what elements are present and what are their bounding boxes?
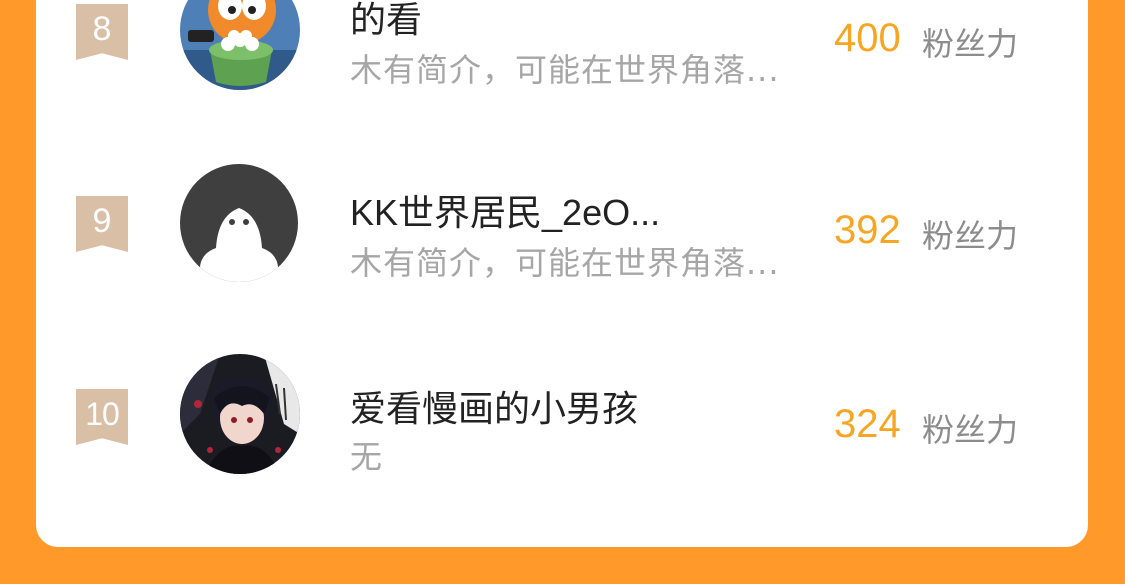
avatar[interactable] — [180, 354, 300, 474]
anime-boy-avatar-icon — [180, 354, 300, 474]
user-name[interactable]: 爱看慢画的小男孩 — [350, 380, 638, 432]
user-name[interactable]: 的看 — [350, 0, 422, 43]
avatar[interactable] — [180, 0, 300, 90]
garfield-popcorn-avatar-icon — [180, 0, 300, 90]
fan-power-label: 粉丝力 — [922, 25, 1019, 63]
leaderboard-row[interactable]: 10 爱看慢画的小男孩 无 324 粉丝力 — [36, 344, 1088, 476]
leaderboard-card: 8 的看 木有简介，可能在世界角落... 400 粉丝力 9 KK世界居民_2e… — [36, 0, 1088, 547]
rank-number: 10 — [85, 396, 120, 432]
user-bio: 木有简介，可能在世界角落... — [350, 244, 780, 282]
default-ghost-avatar-icon — [180, 164, 298, 282]
fan-power-label: 粉丝力 — [922, 217, 1019, 255]
user-bio: 无 — [350, 438, 384, 476]
leaderboard-row[interactable]: 9 KK世界居民_2eO... 木有简介，可能在世界角落... 392 粉丝力 — [36, 150, 1088, 282]
fan-power-score: 324 — [834, 402, 901, 446]
fan-power-score: 400 — [834, 16, 901, 60]
fan-power-label: 粉丝力 — [922, 411, 1019, 449]
rank-badge: 10 — [76, 389, 128, 445]
rank-number: 9 — [92, 202, 112, 240]
leaderboard-row[interactable]: 8 的看 木有简介，可能在世界角落... 400 粉丝力 — [36, 0, 1088, 90]
fan-power-score: 392 — [834, 208, 901, 252]
rank-number: 8 — [92, 10, 112, 48]
user-name[interactable]: KK世界居民_2eO... — [350, 184, 660, 236]
rank-badge: 8 — [76, 4, 128, 60]
avatar[interactable] — [180, 164, 298, 282]
user-bio: 木有简介，可能在世界角落... — [350, 51, 780, 89]
rank-badge: 9 — [76, 196, 128, 252]
